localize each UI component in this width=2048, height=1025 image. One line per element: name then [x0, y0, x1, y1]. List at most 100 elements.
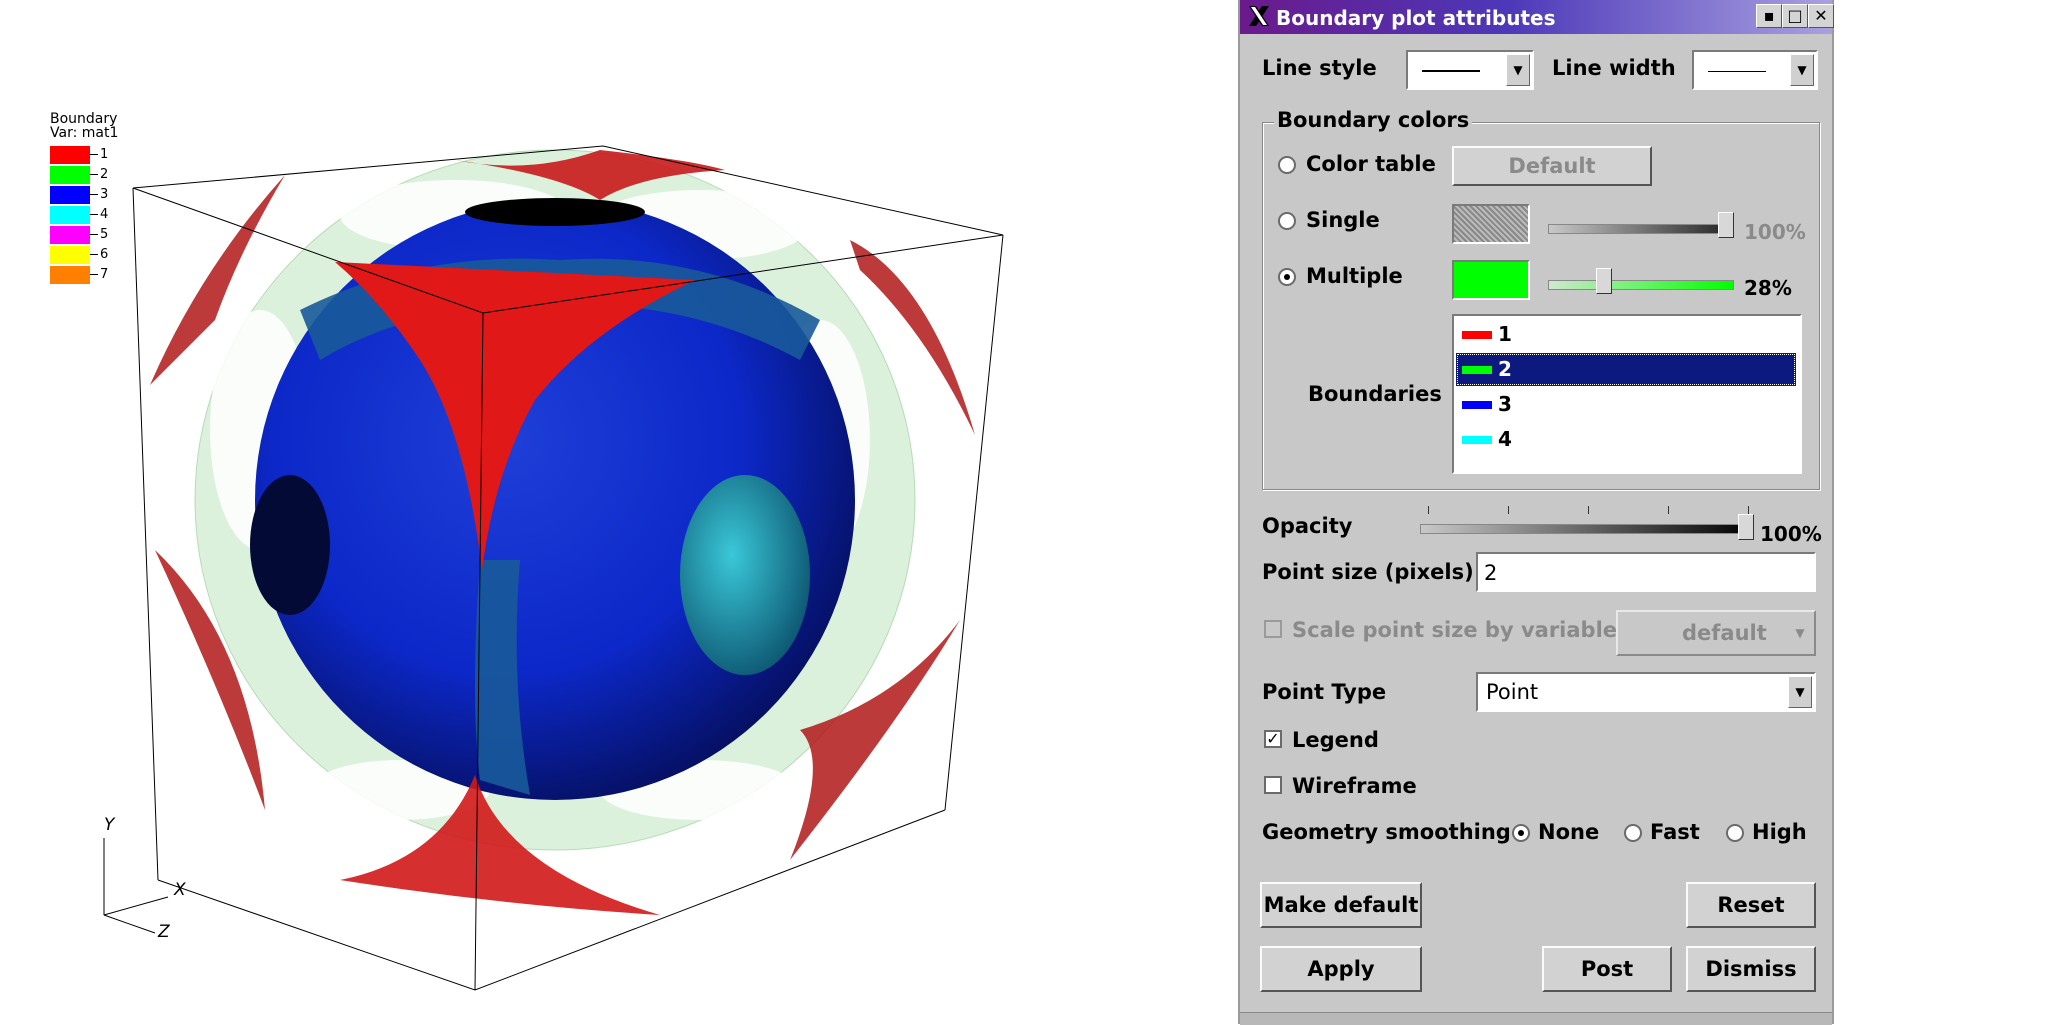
single-label: Single: [1306, 208, 1380, 232]
boundary-list-item[interactable]: 4: [1456, 423, 1796, 456]
point-size-label: Point size (pixels): [1262, 560, 1474, 584]
axis-label-z: Z: [158, 922, 170, 942]
opacity-tick: [1428, 506, 1429, 514]
geometry-smoothing-label: Geometry smoothing: [1262, 820, 1511, 844]
opacity-slider[interactable]: [1420, 524, 1754, 534]
boundary-label: 4: [1498, 427, 1512, 451]
legend-label: Legend: [1292, 728, 1379, 752]
opacity-label: Opacity: [1262, 514, 1353, 538]
legend-tick: [90, 214, 98, 215]
boundary-label: 3: [1498, 392, 1512, 416]
boundary-plot-attributes-dialog: Boundary plot attributes ▪ □ ✕ Line styl…: [1238, 0, 1834, 1025]
chevron-down-icon: ▼: [1506, 54, 1530, 86]
boundaries-list[interactable]: 1 2 3 4: [1452, 314, 1802, 474]
legend-entry: 3: [50, 186, 170, 204]
smoothing-high-radio[interactable]: [1726, 824, 1744, 842]
boundaries-label: Boundaries: [1308, 382, 1442, 406]
smoothing-fast-label: Fast: [1650, 820, 1700, 844]
reset-button[interactable]: Reset: [1686, 882, 1816, 928]
legend-entry: 7: [50, 266, 170, 284]
point-type-combo[interactable]: Point ▼: [1476, 672, 1816, 712]
boundary-list-item[interactable]: 2: [1456, 353, 1796, 386]
legend-label: 1: [100, 147, 109, 162]
legend-label: 5: [100, 227, 109, 242]
single-opacity-slider[interactable]: [1548, 224, 1734, 234]
legend-tick: [90, 194, 98, 195]
legend-label: 7: [100, 267, 109, 282]
chevron-down-icon: ▼: [1788, 676, 1812, 708]
opacity-tick: [1508, 506, 1509, 514]
opacity-handle[interactable]: [1738, 514, 1754, 540]
single-radio[interactable]: [1278, 212, 1296, 230]
legend-swatch: [50, 206, 90, 224]
point-type-label: Point Type: [1262, 680, 1387, 704]
line-width-combo[interactable]: ▼: [1692, 50, 1818, 90]
legend-tick: [90, 254, 98, 255]
line-style-combo[interactable]: ▼: [1406, 50, 1534, 90]
post-button[interactable]: Post: [1542, 946, 1672, 992]
multiple-opacity-handle[interactable]: [1596, 268, 1612, 294]
legend-swatch: [50, 146, 90, 164]
boundary-label: 2: [1498, 357, 1512, 381]
legend-entry: 6: [50, 246, 170, 264]
axis-label-x: X: [174, 880, 186, 900]
dismiss-button[interactable]: Dismiss: [1686, 946, 1816, 992]
opacity-tick: [1748, 506, 1749, 514]
multiple-color-button[interactable]: [1452, 260, 1530, 300]
maximize-button[interactable]: □: [1782, 4, 1808, 28]
legend-tick: [90, 174, 98, 175]
close-button[interactable]: ✕: [1808, 4, 1834, 28]
axis-triad: [103, 838, 169, 934]
color-table-label: Color table: [1306, 152, 1436, 176]
chevron-down-icon: ▼: [1790, 54, 1814, 86]
wireframe-label: Wireframe: [1292, 774, 1417, 798]
boundary-list-item[interactable]: 1: [1456, 318, 1796, 351]
boundary-label: 1: [1498, 322, 1512, 346]
opacity-tick: [1668, 506, 1669, 514]
legend-entry: 1: [50, 146, 170, 164]
legend-variable: Var: mat1: [50, 125, 119, 141]
apply-button[interactable]: Apply: [1260, 946, 1422, 992]
window-title: Boundary plot attributes: [1276, 6, 1556, 30]
boundary-list-item[interactable]: 3: [1456, 388, 1796, 421]
wireframe-checkbox[interactable]: [1264, 776, 1282, 794]
legend-checkbox[interactable]: ✓: [1264, 730, 1282, 748]
legend-tick: [90, 154, 98, 155]
smoothing-fast-radio[interactable]: [1624, 824, 1642, 842]
smoothing-high-label: High: [1752, 820, 1807, 844]
boundary-color-swatch: [1462, 331, 1492, 339]
legend-swatch: [50, 186, 90, 204]
point-type-value: Point: [1486, 680, 1539, 704]
line-width-label: Line width: [1552, 56, 1676, 80]
scale-variable-combo[interactable]: default ▼: [1616, 610, 1816, 656]
color-table-radio[interactable]: [1278, 156, 1296, 174]
point-size-field[interactable]: 2: [1476, 552, 1816, 592]
single-opacity-handle[interactable]: [1718, 212, 1734, 238]
minimize-button[interactable]: ▪: [1756, 4, 1782, 28]
legend-label: 3: [100, 187, 109, 202]
color-table-default-button[interactable]: Default: [1452, 146, 1652, 186]
window-titlebar[interactable]: Boundary plot attributes ▪ □ ✕: [1240, 0, 1834, 34]
scale-point-size-label: Scale point size by variable: [1292, 618, 1618, 642]
multiple-radio[interactable]: [1278, 268, 1296, 286]
axis-label-y: Y: [104, 815, 115, 835]
visualization-window[interactable]: Boundary Var: mat1 1234567 Y X Z: [0, 0, 1230, 1024]
smoothing-none-label: None: [1538, 820, 1600, 844]
window-bottom-edge: [1240, 1012, 1832, 1025]
legend-swatch: [50, 166, 90, 184]
boundary-plot-render: [103, 145, 1004, 991]
legend-swatch: [50, 226, 90, 244]
single-color-button[interactable]: [1452, 204, 1530, 244]
smoothing-none-radio[interactable]: [1512, 824, 1530, 842]
legend-entry: 2: [50, 166, 170, 184]
legend-label: 4: [100, 207, 109, 222]
line-width-preview: [1708, 71, 1766, 72]
line-style-label: Line style: [1262, 56, 1377, 80]
scale-point-size-checkbox[interactable]: [1264, 620, 1282, 638]
multiple-opacity-slider[interactable]: [1548, 280, 1734, 290]
boundary-color-swatch: [1462, 436, 1492, 444]
multiple-label: Multiple: [1306, 264, 1403, 288]
make-default-button[interactable]: Make default: [1260, 882, 1422, 928]
boundary-color-swatch: [1462, 401, 1492, 409]
scale-variable-value: default: [1682, 621, 1767, 645]
